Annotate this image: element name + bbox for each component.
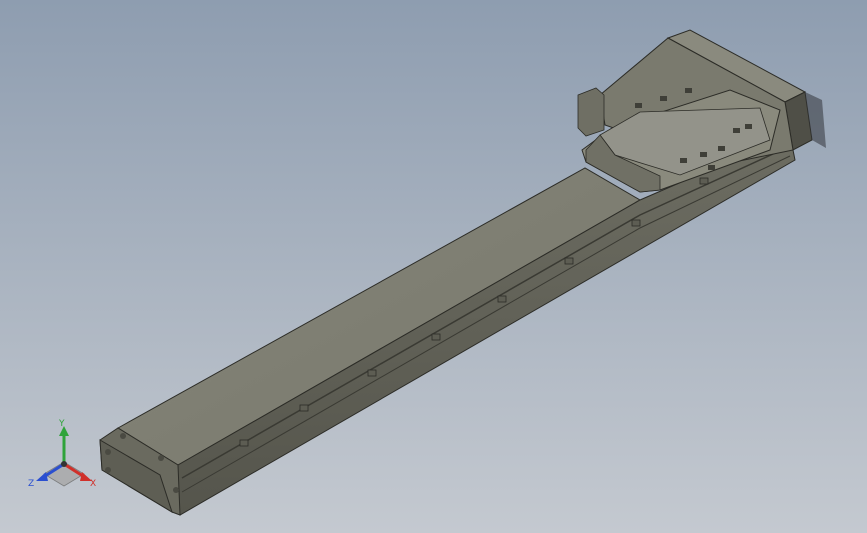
actuator-rail-side <box>171 134 796 516</box>
linear-actuator-model[interactable] <box>0 0 867 533</box>
x-axis-label: X <box>90 479 96 489</box>
y-axis-label: Y <box>58 419 65 429</box>
mounting-bracket <box>577 87 605 137</box>
graphics-viewport[interactable]: Y X Z <box>0 0 867 533</box>
end-cap-bolt <box>120 433 126 439</box>
end-cap-bolt <box>158 455 164 461</box>
z-axis-arrowhead <box>36 472 48 481</box>
triad-origin <box>61 461 67 467</box>
actuator-body-top <box>117 167 641 466</box>
z-axis-label: Z <box>28 479 34 489</box>
coordinate-triad[interactable]: Y X Z <box>26 418 106 498</box>
end-cap-bolt <box>173 487 179 493</box>
